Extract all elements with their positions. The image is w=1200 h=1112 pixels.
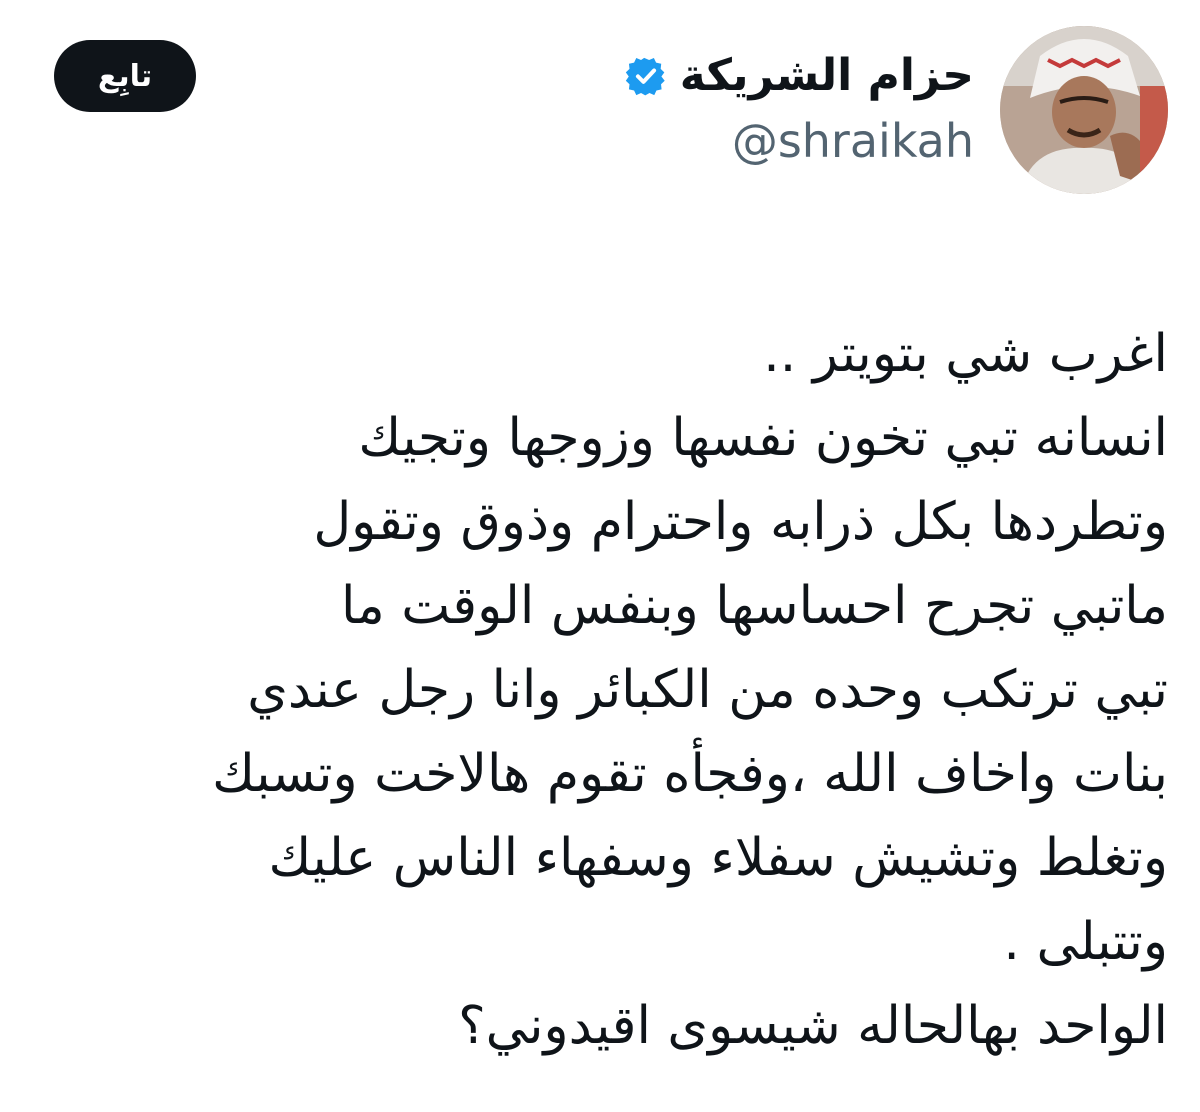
tweet-card: حزام الشريكة @shraikah تابِع اغرب شي بتو… bbox=[0, 0, 1200, 1112]
author-name-row: حزام الشريكة bbox=[624, 44, 974, 108]
tweet-text-line: ماتبي تجرح احساسها وبنفس الوقت ما bbox=[341, 576, 1168, 636]
tweet-text-line: تبي ترتكب وحده من الكبائر وانا رجل عندي bbox=[247, 660, 1168, 720]
author-handle[interactable]: @shraikah bbox=[732, 116, 974, 167]
tweet-text-line: وتغلط وتشيش سفلاء وسفهاء الناس عليك bbox=[268, 828, 1168, 888]
tweet-text-line: وتطردها بكل ذرابه واحترام وذوق وتقول bbox=[313, 492, 1168, 552]
tweet-text-line: الواحد بهالحاله شيسوى اقيدوني؟ bbox=[458, 996, 1168, 1056]
follow-button[interactable]: تابِع bbox=[54, 40, 196, 112]
tweet-text-line: وتتبلى . bbox=[1003, 912, 1168, 972]
avatar[interactable] bbox=[1000, 26, 1168, 194]
author-display-name[interactable]: حزام الشريكة bbox=[680, 54, 974, 98]
verified-badge-icon bbox=[625, 57, 665, 96]
tweet-text: اغرب شي بتويتر .. انسانه تبي تخون نفسها … bbox=[28, 312, 1168, 1068]
tweet-text-line: اغرب شي بتويتر .. bbox=[763, 324, 1168, 384]
profile-photo bbox=[1000, 26, 1168, 194]
tweet-text-line: بنات واخاف الله ،وفجأه تقوم هالاخت وتسبك bbox=[212, 744, 1168, 804]
tweet-text-line: انسانه تبي تخون نفسها وزوجها وتجيك bbox=[358, 408, 1168, 468]
